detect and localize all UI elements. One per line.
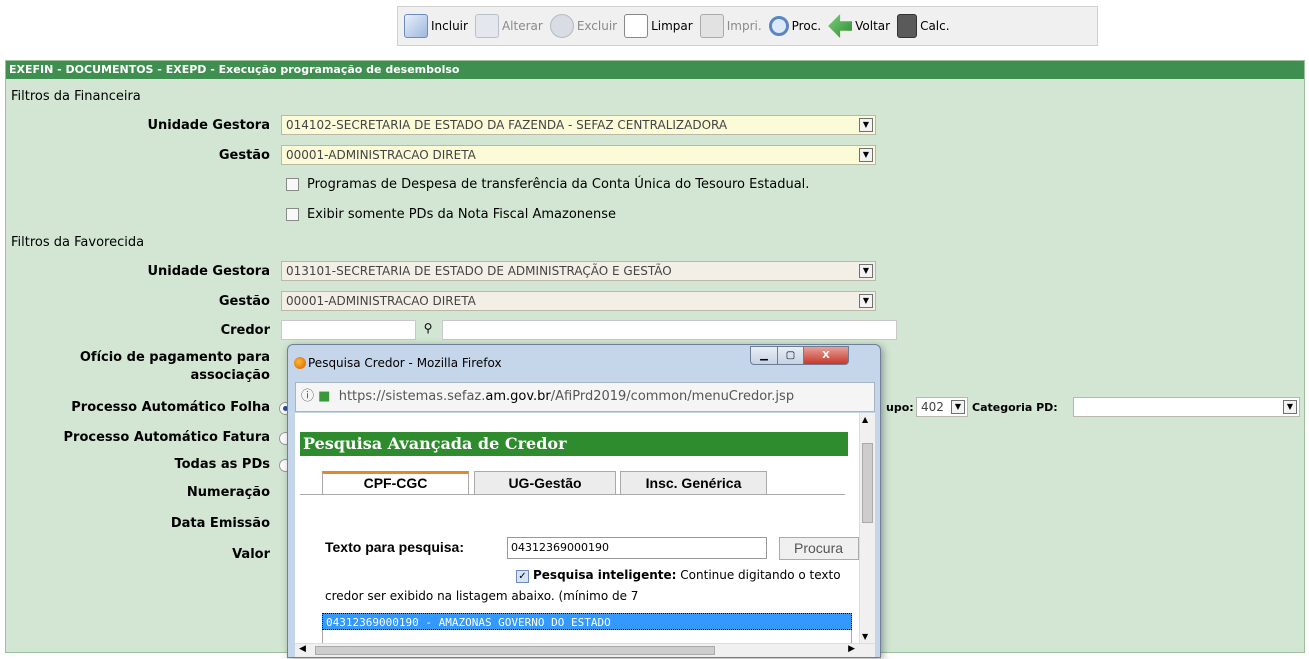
transferencia-label: Programas de Despesa de transferência da… [307, 177, 810, 192]
hscrollbar-thumb[interactable] [315, 646, 715, 655]
section-financeira: Filtros da Financeira [11, 89, 141, 104]
url-bar[interactable]: ⓘ ■ https://sistemas.sefaz.am.gov.br/Afi… [295, 382, 875, 412]
calc-button[interactable]: Calc. [895, 9, 954, 43]
favorecida-gestao-select[interactable]: 00001-ADMINISTRACAO DIRETA ▼ [281, 291, 876, 311]
favorecida-ug-label: Unidade Gestora [147, 264, 270, 279]
emissao-label: Data Emissão [170, 516, 270, 531]
chevron-down-icon[interactable]: ▼ [1283, 400, 1297, 414]
scroll-right-icon[interactable]: ▶ [848, 644, 855, 654]
tab-divider [300, 494, 845, 495]
search-text-input[interactable]: 04312369000190 [507, 537, 767, 559]
calculator-icon [897, 14, 918, 38]
excluir-button[interactable]: Excluir [548, 9, 622, 43]
chevron-down-icon[interactable]: ▼ [951, 400, 965, 414]
transferencia-checkbox[interactable] [286, 178, 299, 191]
numeracao-label: Numeração [186, 485, 270, 500]
back-arrow-icon [828, 14, 853, 38]
maximize-button[interactable]: ▢ [777, 346, 804, 365]
grupo-select[interactable]: 402 ▼ [916, 397, 968, 417]
minimize-button[interactable]: ▁ [750, 346, 778, 365]
chevron-down-icon[interactable]: ▼ [859, 294, 873, 308]
delete-icon [549, 14, 574, 38]
tab-insc-generica[interactable]: Insc. Genérica [620, 471, 767, 494]
scrollbar-thumb[interactable] [862, 443, 873, 523]
nota-fiscal-checkbox[interactable] [286, 208, 299, 221]
limpar-button[interactable]: Limpar [622, 9, 698, 43]
info-icon[interactable]: ⓘ [301, 389, 314, 404]
oficio-label-2: associação [190, 368, 270, 383]
firefox-icon [294, 357, 306, 369]
popup-content: Pesquisa Avançada de Credor CPF-CGC UG-G… [295, 413, 875, 657]
folha-label: Processo Automático Folha [71, 400, 270, 415]
financeira-ug-label: Unidade Gestora [147, 118, 270, 133]
add-doc-icon [404, 14, 428, 38]
credor-code-input[interactable] [281, 320, 416, 340]
oficio-label-1: Ofício de pagamento para [79, 350, 270, 365]
procura-button[interactable]: Procura [779, 537, 859, 560]
scroll-up-icon[interactable]: ▲ [862, 415, 868, 424]
favorecida-ug-select[interactable]: 013101-SECRETARIA DE ESTADO DE ADMINISTR… [281, 261, 876, 281]
print-icon [699, 14, 724, 38]
proc-button[interactable]: Proc. [767, 9, 826, 43]
close-button[interactable]: X [803, 346, 849, 365]
chevron-down-icon[interactable]: ▼ [859, 264, 873, 278]
incluir-button[interactable]: Incluir [402, 9, 473, 43]
financeira-gestao-select[interactable]: 00001-ADMINISTRACAO DIRETA ▼ [281, 145, 876, 165]
result-list-item[interactable]: 04312369000190 - AMAZONAS GOVERNO DO EST… [322, 613, 852, 630]
categoria-select[interactable]: ▼ [1073, 397, 1300, 417]
section-favorecida: Filtros da Favorecida [11, 235, 145, 250]
categoria-label: Categoria PD: [972, 401, 1058, 414]
clear-icon [624, 14, 649, 38]
popup-title: Pesquisa Credor - Mozilla Firefox [308, 356, 502, 370]
tab-cpf-cgc[interactable]: CPF-CGC [322, 471, 469, 494]
financeira-ug-select[interactable]: 014102-SECRETARIA DE ESTADO DA FAZENDA -… [281, 115, 876, 135]
credor-label: Credor [220, 323, 270, 338]
smart-search-checkbox[interactable]: ✓ [516, 570, 529, 583]
vertical-scrollbar[interactable]: ▲ ▼ [859, 413, 875, 643]
popup-window: Pesquisa Credor - Mozilla Firefox ▁ ▢ X … [287, 344, 881, 658]
horizontal-scrollbar[interactable]: ◀ ▶ [295, 643, 875, 657]
todas-label: Todas as PDs [174, 457, 270, 472]
search-icon [768, 16, 789, 36]
credor-name-input[interactable] [442, 320, 897, 340]
lock-icon: ■ [318, 389, 331, 404]
scroll-left-icon[interactable]: ◀ [299, 644, 306, 654]
imprimir-button[interactable]: Impri. [698, 9, 767, 43]
financeira-gestao-label: Gestão [218, 148, 270, 163]
chevron-down-icon[interactable]: ▼ [859, 148, 873, 162]
nota-fiscal-label: Exibir somente PDs da Nota Fiscal Amazon… [307, 207, 617, 222]
panel-title: EXEFIN - DOCUMENTOS - EXEPD - Execução p… [6, 61, 1304, 79]
alterar-button[interactable]: Alterar [473, 9, 548, 43]
smart-search-text: Pesquisa inteligente: Continue digitando… [533, 568, 841, 582]
valor-label: Valor [232, 547, 270, 562]
search-icon[interactable]: ⚲ [419, 321, 437, 339]
tab-ug-gestao[interactable]: UG-Gestão [474, 471, 616, 494]
fatura-label: Processo Automático Fatura [63, 430, 270, 445]
result-list[interactable] [322, 630, 852, 644]
edit-icon [474, 14, 499, 38]
scroll-down-icon[interactable]: ▼ [862, 632, 868, 641]
search-text-label: Texto para pesquisa: [325, 539, 465, 555]
chevron-down-icon[interactable]: ▼ [859, 118, 873, 132]
toolbar: Incluir Alterar Excluir Limpar Impri. Pr… [397, 6, 1098, 46]
smart-search-text-2: credor ser exibido na listagem abaixo. (… [325, 589, 639, 603]
voltar-button[interactable]: Voltar [826, 9, 895, 43]
favorecida-gestao-label: Gestão [218, 294, 270, 309]
grupo-label: upo: [886, 401, 914, 414]
popup-header: Pesquisa Avançada de Credor [300, 432, 848, 456]
